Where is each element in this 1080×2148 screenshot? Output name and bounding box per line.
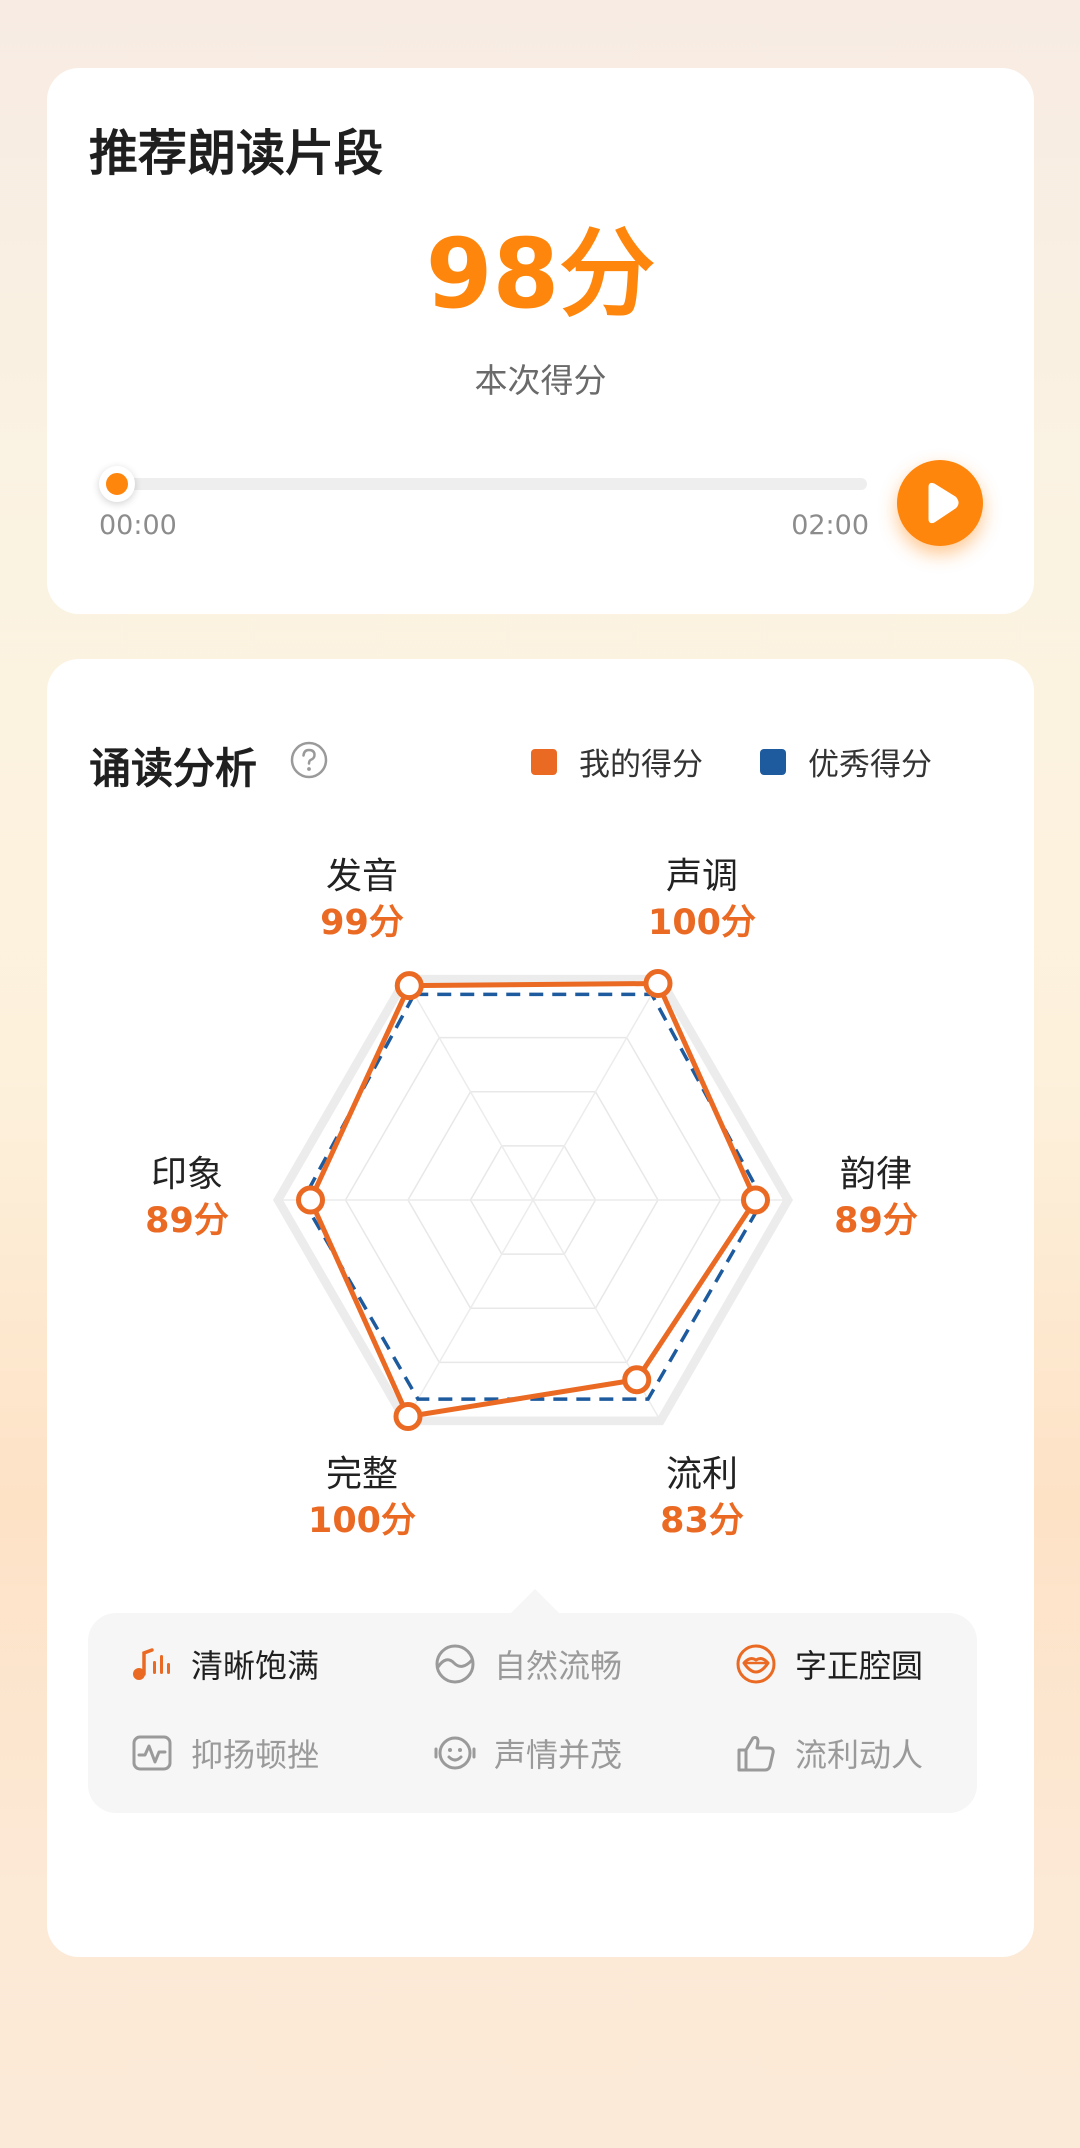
play-button[interactable] [897, 460, 983, 546]
axis-label: 韵律 [840, 1154, 912, 1195]
thumbs-up-icon [737, 1736, 775, 1772]
feature-clear-full[interactable]: 清晰饱满 [129, 1641, 319, 1687]
axis-value-label: 89分 [145, 1201, 229, 1241]
feature-panel-pointer [509, 1589, 561, 1615]
pulse-icon [132, 1735, 172, 1771]
feature-label: 声情并茂 [494, 1736, 623, 1774]
series-mine-point [296, 1185, 325, 1215]
feature-label: 清晰饱满 [191, 1647, 320, 1685]
axis-value-label: 100分 [648, 903, 756, 943]
axis-label: 声调 [666, 856, 738, 897]
feature-standard-diction[interactable]: 字正腔圆 [733, 1641, 923, 1687]
series-mine-point [741, 1185, 770, 1215]
series-mine-point [393, 1402, 423, 1432]
time-current: 00:00 [99, 510, 177, 541]
feature-label: 抑扬顿挫 [191, 1736, 320, 1774]
progress-thumb[interactable] [99, 466, 135, 502]
series-mine-point [622, 1365, 652, 1395]
radar-chart: 发音99分声调100分韵律89分流利83分完整100分印象89分 [145, 856, 918, 1541]
axis-label: 发音 [326, 856, 398, 897]
flow-circle-icon [435, 1644, 475, 1684]
feature-label: 自然流畅 [494, 1647, 623, 1685]
axis-value-label: 99分 [320, 903, 404, 943]
feature-cadence[interactable]: 抑扬顿挫 [129, 1730, 319, 1776]
total-score: 98分 [425, 218, 656, 330]
feature-natural-smooth[interactable]: 自然流畅 [432, 1641, 622, 1687]
series-mine-point [643, 968, 673, 998]
progress-bar[interactable] [99, 478, 867, 490]
time-total: 02:00 [791, 510, 869, 541]
music-note-icon [133, 1648, 170, 1680]
axis-label: 流利 [666, 1454, 738, 1495]
feature-label: 字正腔圆 [795, 1647, 924, 1685]
axis-label: 完整 [326, 1454, 398, 1495]
axis-value-label: 83分 [660, 1501, 744, 1541]
card-title: 推荐朗读片段 [89, 125, 384, 182]
recommend-card: 推荐朗读片段 98分 本次得分 00:00 02:00 [47, 68, 1034, 614]
play-icon [928, 482, 959, 524]
score-label: 本次得分 [474, 361, 607, 400]
feature-expressive[interactable]: 声情并茂 [432, 1730, 622, 1776]
series-mine-point [394, 971, 424, 1001]
analysis-card: 诵读分析 我的得分 优秀得分 发音 99分 声调 100分 韵律 89分 流利 83分 完整 10… [47, 659, 1034, 1957]
feature-label: 流利动人 [795, 1736, 924, 1774]
axis-label: 印象 [151, 1154, 223, 1195]
axis-value-label: 89分 [834, 1201, 918, 1241]
axis-value-label: 100分 [308, 1501, 416, 1541]
lips-icon [736, 1644, 776, 1684]
smile-face-icon [434, 1736, 476, 1770]
feature-fluent-moving[interactable]: 流利动人 [733, 1730, 923, 1776]
